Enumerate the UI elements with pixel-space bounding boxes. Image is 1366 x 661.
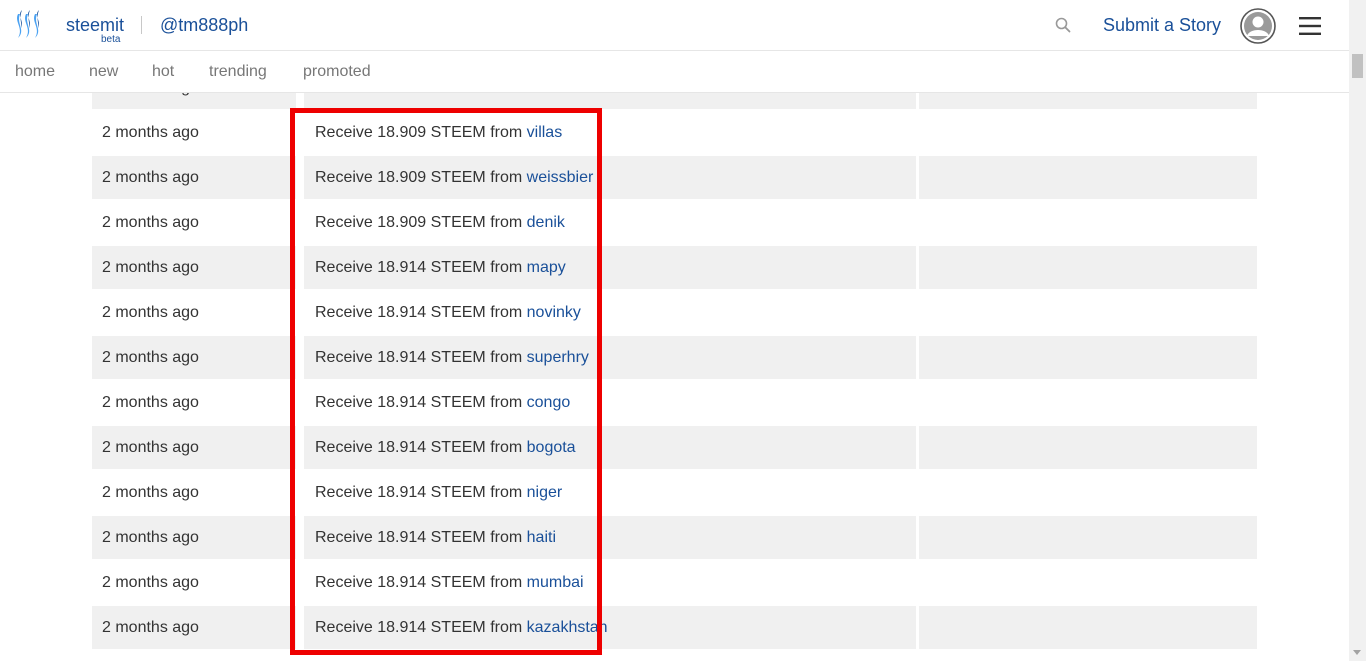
table-row: 2 months ago Receive 18.909 STEEM from v… xyxy=(92,111,1257,156)
memo-cell: Receive 18.914 STEEM from mapy xyxy=(304,246,916,289)
time-cell: 2 months ago xyxy=(102,304,199,321)
extra-cell xyxy=(919,471,1257,514)
submit-story-button[interactable]: Submit a Story xyxy=(1103,15,1221,36)
extra-cell xyxy=(919,201,1257,244)
extra-cell xyxy=(919,291,1257,334)
table-row: 2 months ago Receive 18.914 STEEM from b… xyxy=(92,426,1257,471)
username-link[interactable]: @tm888ph xyxy=(160,15,248,36)
memo-cell: Receive 18.909 STEEM from villas xyxy=(315,124,563,141)
sender-link[interactable]: haiti xyxy=(527,529,556,546)
time-cell: 2 months ago xyxy=(102,574,199,591)
user-avatar-icon[interactable] xyxy=(1240,8,1276,44)
extra-cell xyxy=(919,606,1257,649)
extra-cell xyxy=(919,111,1257,154)
table-row: 2 months ago Receive 18.914 STEEM from k… xyxy=(92,606,1257,651)
nav-home[interactable]: home xyxy=(15,63,55,81)
time-cell: 2 months ago xyxy=(102,214,199,231)
sender-link[interactable]: kazakhstan xyxy=(527,619,608,636)
time-cell: 2 months ago xyxy=(102,484,199,501)
memo-cell: Receive 18.914 STEEM from niger xyxy=(315,484,563,501)
table-row: 2 months ago Receive 18.914 STEEM from h… xyxy=(92,516,1257,561)
memo-cell: Receive 18.914 STEEM from novinky xyxy=(315,304,581,321)
memo-cell: Receive 18.914 STEEM from mumbai xyxy=(315,574,584,591)
extra-cell xyxy=(919,246,1257,289)
time-cell: 2 months ago xyxy=(92,156,296,199)
extra-cell xyxy=(919,516,1257,559)
time-cell: 2 months ago xyxy=(102,124,199,141)
sender-link[interactable]: mapy xyxy=(527,259,566,276)
extra-cell xyxy=(919,426,1257,469)
memo-cell: Receive 18.914 STEEM from bogota xyxy=(304,426,916,469)
memo-cell: Receive 18.909 STEEM from weissbier xyxy=(304,156,916,199)
brand-name[interactable]: steemit xyxy=(66,15,124,36)
extra-cell xyxy=(919,336,1257,379)
table-row: 2 months ago Receive 18.909 STEEM from w… xyxy=(92,156,1257,201)
sender-link[interactable]: weissbier xyxy=(527,169,594,186)
table-row: 2 months ago Receive 18.914 STEEM from n… xyxy=(92,291,1257,336)
memo-cell: Receive 18.914 STEEM from congo xyxy=(315,394,571,411)
sender-link[interactable]: bogota xyxy=(527,439,576,456)
sender-link[interactable]: denik xyxy=(527,214,565,231)
scrollbar-thumb[interactable] xyxy=(1352,54,1363,78)
header-divider xyxy=(141,16,142,34)
steemit-logo-icon[interactable] xyxy=(14,8,50,42)
nav-promoted[interactable]: promoted xyxy=(303,63,371,81)
memo-cell: Receive 18.914 STEEM from haiti xyxy=(304,516,916,559)
sender-link[interactable]: superhry xyxy=(527,349,589,366)
extra-cell xyxy=(919,156,1257,199)
nav-trending[interactable]: trending xyxy=(209,63,267,81)
table-row: 2 months ago Receive 18.914 STEEM from c… xyxy=(92,381,1257,426)
search-icon[interactable] xyxy=(1054,16,1072,34)
sender-link[interactable]: mumbai xyxy=(527,574,584,591)
sender-link[interactable]: congo xyxy=(527,394,571,411)
extra-cell xyxy=(919,381,1257,424)
table-row: 2 months ago Receive 18.914 STEEM from n… xyxy=(92,471,1257,516)
sender-link[interactable]: villas xyxy=(527,124,563,141)
page-scrollbar[interactable] xyxy=(1349,0,1366,661)
table-row: 2 months ago Receive 18.914 STEEM from m… xyxy=(92,561,1257,606)
transfer-history-table: 2 months ago Receive 18.909 STEEM from a… xyxy=(92,66,1257,661)
table-row: 2 months ago Receive 18.909 STEEM from d… xyxy=(92,201,1257,246)
extra-cell xyxy=(919,561,1257,604)
time-cell: 2 months ago xyxy=(92,246,296,289)
brand-beta-tag: beta xyxy=(101,34,121,45)
scroll-down-arrow-icon[interactable] xyxy=(1353,650,1361,655)
time-cell: 2 months ago xyxy=(102,394,199,411)
hamburger-menu-icon[interactable] xyxy=(1298,16,1322,36)
table-row: 2 months ago Receive 18.914 STEEM from m… xyxy=(92,246,1257,291)
sub-navigation: home new hot trending promoted xyxy=(0,51,1349,93)
time-cell: 2 months ago xyxy=(92,516,296,559)
nav-hot[interactable]: hot xyxy=(152,63,174,81)
time-cell: 2 months ago xyxy=(92,336,296,379)
table-row: 2 months ago Receive 18.914 STEEM from s… xyxy=(92,336,1257,381)
sender-link[interactable]: niger xyxy=(527,484,563,501)
memo-cell: Receive 18.909 STEEM from denik xyxy=(315,214,565,231)
top-header: steemit beta @tm888ph Submit a Story xyxy=(0,0,1349,51)
time-cell: 2 months ago xyxy=(92,606,296,649)
time-cell: 2 months ago xyxy=(92,426,296,469)
sender-link[interactable]: novinky xyxy=(527,304,581,321)
nav-new[interactable]: new xyxy=(89,63,118,81)
memo-cell: Receive 18.914 STEEM from superhry xyxy=(304,336,916,379)
memo-cell: Receive 18.914 STEEM from kazakhstan xyxy=(304,606,916,649)
